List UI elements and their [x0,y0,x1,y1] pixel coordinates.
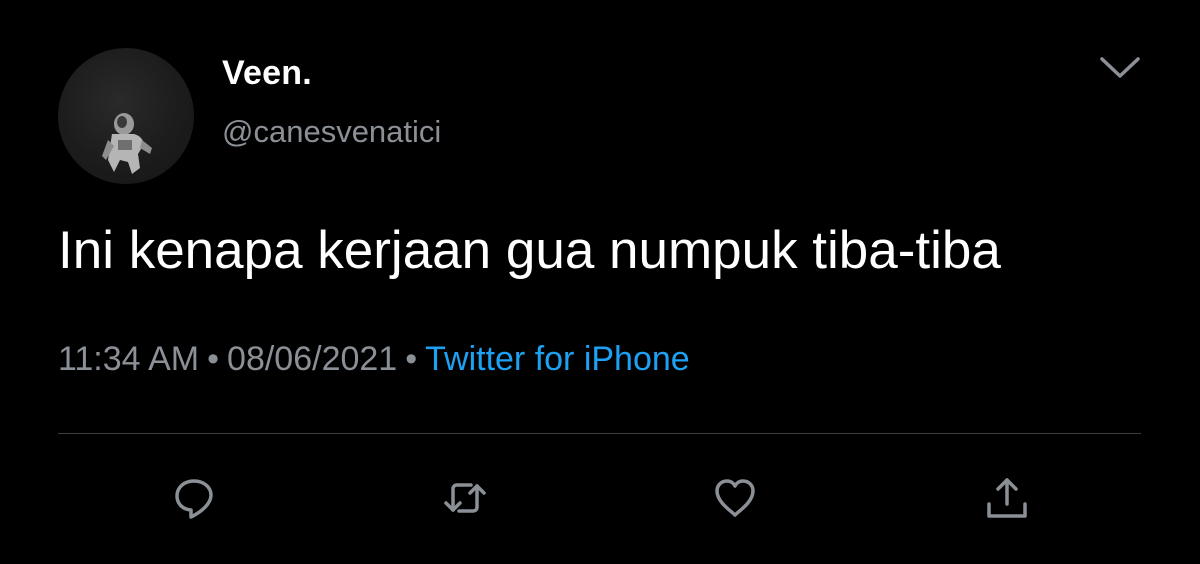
tweet-meta: 11:34 AM • 08/06/2021 • Twitter for iPhone [58,340,690,379]
chevron-down-icon[interactable] [1096,50,1144,84]
tweet-date[interactable]: 08/06/2021 [227,340,397,378]
meta-separator: • [405,340,418,378]
avatar[interactable] [58,48,194,184]
display-name[interactable]: Veen. [222,54,312,93]
divider [58,433,1141,434]
share-icon[interactable] [983,474,1031,522]
tweet-card: Veen. @canesvenatici Ini kenapa kerjaan … [0,0,1200,564]
retweet-icon[interactable] [441,474,489,522]
reply-icon[interactable] [170,474,218,522]
tweet-text: Ini kenapa kerjaan gua numpuk tiba-tiba [58,221,1001,280]
user-handle[interactable]: @canesvenatici [222,114,441,150]
astronaut-image [102,113,152,174]
meta-separator: • [207,340,220,378]
heart-icon[interactable] [711,474,759,522]
tweet-time: 11:34 AM [58,340,200,378]
tweet-source-link[interactable]: Twitter for iPhone [425,340,690,378]
